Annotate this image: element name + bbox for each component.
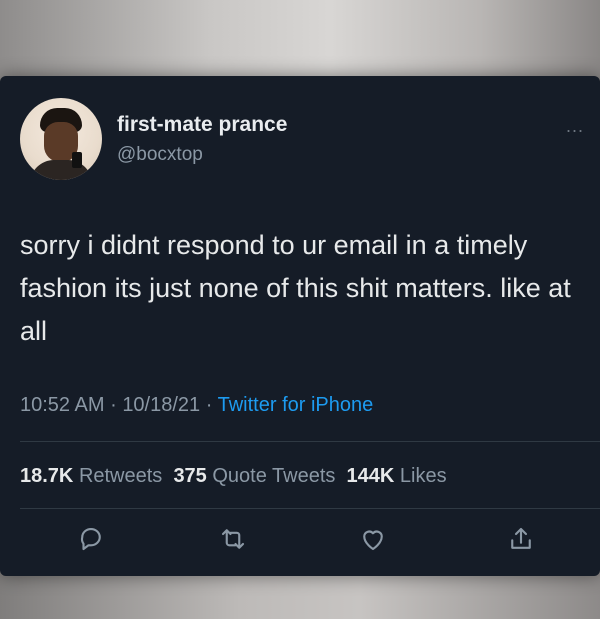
- avatar[interactable]: [20, 98, 102, 180]
- tweet-meta: 10:52 AM · 10/18/21 · Twitter for iPhone: [20, 394, 373, 417]
- user-handle[interactable]: @bocxtop: [117, 144, 203, 166]
- retweet-button[interactable]: [218, 524, 254, 560]
- reply-icon: [80, 527, 101, 551]
- tweet-date: 10/18/21: [122, 394, 201, 416]
- tweet-stats: 18.7K Retweets 375 Quote Tweets 144K Lik…: [20, 465, 447, 488]
- quotes-label: Quote Tweets: [212, 465, 336, 487]
- display-name[interactable]: first-mate prance: [117, 113, 287, 137]
- retweets-label: Retweets: [78, 465, 163, 487]
- more-options-icon[interactable]: ...: [566, 116, 584, 137]
- likes-label: Likes: [399, 465, 447, 487]
- likes-count: 144K: [346, 465, 395, 487]
- retweets-stat[interactable]: 18.7K Retweets: [20, 465, 162, 487]
- quotes-count: 375: [173, 465, 207, 487]
- tweet-time: 10:52 AM: [20, 394, 105, 416]
- tweet-card: first-mate prance @bocxtop ... sorry i d…: [0, 76, 600, 576]
- like-icon: [363, 530, 383, 551]
- tweet-source-link[interactable]: Twitter for iPhone: [218, 394, 374, 416]
- retweet-icon: [221, 529, 245, 549]
- divider: [20, 508, 600, 509]
- separator: ·: [205, 394, 213, 416]
- background-blur: [0, 569, 600, 619]
- likes-stat[interactable]: 144K Likes: [347, 465, 447, 487]
- share-button[interactable]: [506, 524, 542, 560]
- tweet-text: sorry i didnt respond to ur email in a t…: [20, 230, 571, 346]
- action-bar: [0, 524, 600, 564]
- separator: ·: [110, 394, 117, 416]
- reply-button[interactable]: [76, 524, 112, 560]
- retweets-count: 18.7K: [20, 465, 74, 487]
- like-button[interactable]: [358, 524, 394, 560]
- divider: [20, 441, 600, 442]
- quotes-stat[interactable]: 375 Quote Tweets: [173, 465, 335, 487]
- share-icon: [511, 527, 531, 549]
